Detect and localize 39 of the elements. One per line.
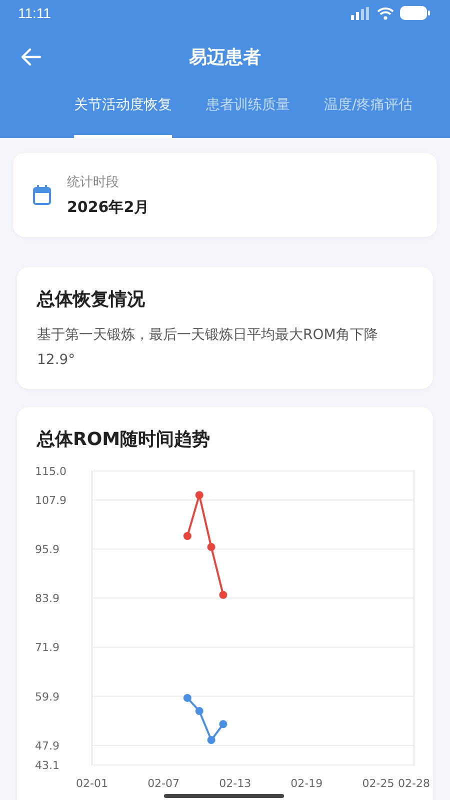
y-tick-label: 95.9 bbox=[35, 543, 60, 556]
data-line bbox=[183, 694, 228, 744]
point bbox=[183, 532, 192, 540]
point bbox=[195, 491, 204, 500]
y-tick-label: 83.9 bbox=[35, 592, 60, 606]
summary-title: 总体恢复情况 bbox=[37, 288, 146, 311]
x-tick-label: 02-01 bbox=[76, 777, 108, 790]
x-tick-label: 02-28 bbox=[398, 777, 430, 790]
y-tick-label: 43.1 bbox=[35, 759, 60, 772]
point bbox=[207, 736, 216, 744]
x-tick-label: 02-19 bbox=[290, 777, 323, 790]
y-tick-label: 71.9 bbox=[35, 641, 60, 654]
tab[interactable]: 患者训练质量 bbox=[206, 88, 290, 138]
period-label: 统计时段 bbox=[67, 174, 120, 191]
calendar-icon bbox=[33, 185, 51, 205]
point bbox=[183, 694, 192, 702]
x-tick-label: 02-07 bbox=[148, 777, 180, 790]
wifi-icon bbox=[377, 6, 394, 20]
signal-icon bbox=[351, 6, 371, 20]
tab[interactable]: 温度/疼痛评估 bbox=[324, 88, 413, 138]
y-tick-label: 115.0 bbox=[35, 465, 66, 478]
page-title: 易迈患者 bbox=[189, 46, 261, 69]
y-tick-label: 59.9 bbox=[35, 690, 60, 704]
status-time: 11:11 bbox=[18, 5, 52, 21]
battery-icon bbox=[400, 6, 430, 20]
tab[interactable]: 关节活动度恢复 bbox=[74, 88, 172, 138]
x-tick-label: 02-25 bbox=[362, 777, 394, 790]
y-tick-label: 107.9 bbox=[35, 494, 66, 508]
trend-title: 总体ROM随时间趋势 bbox=[36, 428, 212, 451]
period-value: 2026年2月 bbox=[67, 198, 150, 217]
y-tick-label: 47.9 bbox=[35, 739, 60, 752]
summary-text: 基于第一天锻炼，最后一天锻炼日平均最大ROM角下降12.9° bbox=[37, 326, 379, 370]
point bbox=[219, 720, 228, 728]
point bbox=[219, 590, 228, 599]
x-tick-label: 02-13 bbox=[219, 777, 252, 790]
point bbox=[207, 543, 216, 552]
back-arrow-icon[interactable] bbox=[21, 48, 41, 66]
period-card[interactable]: 统计时段 2026年2月 bbox=[13, 153, 437, 237]
point bbox=[195, 707, 204, 716]
